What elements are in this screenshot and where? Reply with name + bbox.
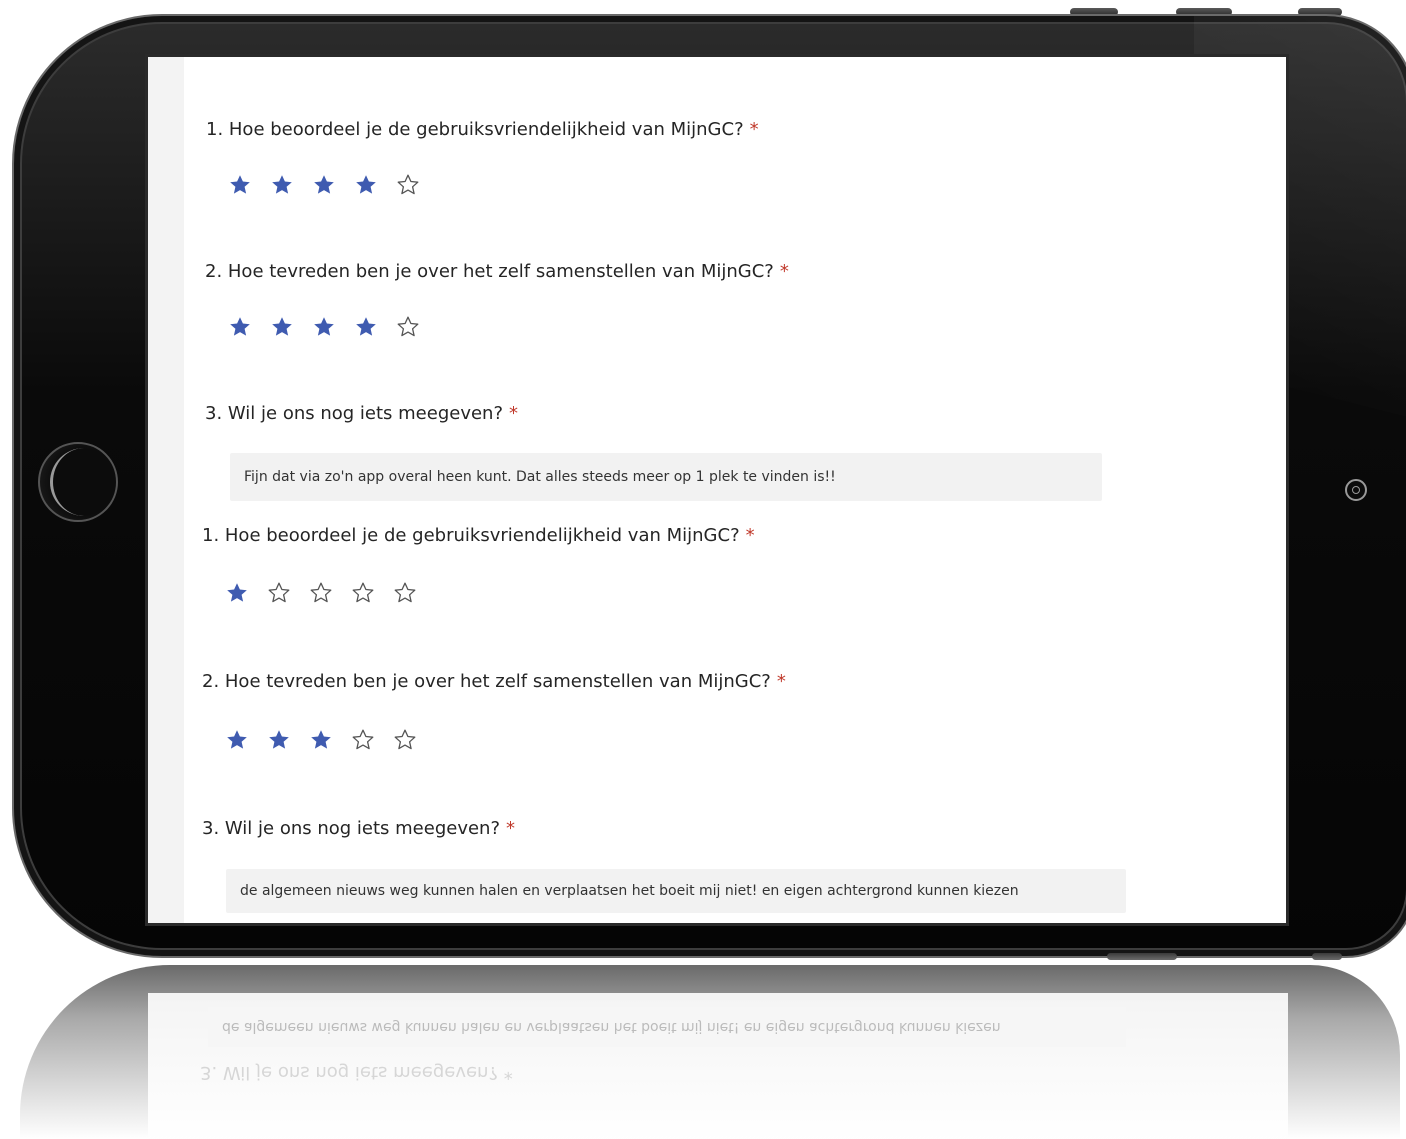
star-rating[interactable]	[228, 173, 420, 197]
camera-icon	[1345, 479, 1367, 501]
star-empty-icon[interactable]	[393, 728, 417, 752]
reflection-answer: de algemeen nieuws weg kunnen halen en v…	[208, 1007, 1126, 1047]
star-filled-icon[interactable]	[354, 173, 378, 197]
question-customize: 2. Hoe tevreden ben je over het zelf sam…	[202, 671, 786, 692]
feedback-answer[interactable]: Fijn dat via zo'n app overal heen kunt. …	[230, 453, 1102, 501]
star-filled-icon[interactable]	[267, 728, 291, 752]
star-rating[interactable]	[228, 315, 420, 339]
required-marker: *	[779, 261, 789, 282]
reflection-question-label: 3. Wil je ons nog iets meegeven?	[200, 1062, 499, 1083]
question-label: 1. Hoe beoordeel je de gebruiksvriendeli…	[206, 119, 744, 140]
star-rating[interactable]	[225, 728, 417, 752]
question-label: 2. Hoe tevreden ben je over het zelf sam…	[205, 261, 774, 282]
question-customize: 2. Hoe tevreden ben je over het zelf sam…	[205, 261, 789, 282]
star-filled-icon[interactable]	[270, 315, 294, 339]
required-marker: *	[509, 403, 519, 424]
side-button	[1107, 953, 1177, 960]
question-label: 2. Hoe tevreden ben je over het zelf sam…	[202, 671, 771, 692]
star-filled-icon[interactable]	[309, 728, 333, 752]
star-filled-icon[interactable]	[225, 728, 249, 752]
tablet-reflection	[20, 965, 1400, 1139]
question-usability: 1. Hoe beoordeel je de gebruiksvriendeli…	[202, 525, 755, 546]
question-label: 1. Hoe beoordeel je de gebruiksvriendeli…	[202, 525, 740, 546]
question-label: 3. Wil je ons nog iets meegeven?	[202, 818, 501, 839]
question-label: 3. Wil je ons nog iets meegeven?	[205, 403, 504, 424]
star-empty-icon[interactable]	[351, 581, 375, 605]
star-filled-icon[interactable]	[228, 315, 252, 339]
question-feedback: 3. Wil je ons nog iets meegeven? *	[202, 818, 515, 839]
reflection-required-marker: *	[503, 1062, 513, 1083]
required-marker: *	[745, 525, 755, 546]
star-filled-icon[interactable]	[225, 581, 249, 605]
side-button	[1312, 953, 1342, 960]
star-filled-icon[interactable]	[354, 315, 378, 339]
star-filled-icon[interactable]	[312, 173, 336, 197]
star-filled-icon[interactable]	[270, 173, 294, 197]
required-marker: *	[749, 119, 759, 140]
home-button-ring	[50, 448, 118, 516]
star-empty-icon[interactable]	[393, 581, 417, 605]
star-empty-icon[interactable]	[351, 728, 375, 752]
star-filled-icon[interactable]	[312, 315, 336, 339]
star-empty-icon[interactable]	[309, 581, 333, 605]
tablet-screen: 1. Hoe beoordeel je de gebruiksvriendeli…	[148, 57, 1286, 923]
star-empty-icon[interactable]	[396, 315, 420, 339]
home-button[interactable]	[38, 442, 118, 522]
star-empty-icon[interactable]	[396, 173, 420, 197]
reflection-question: 3. Wil je ons nog iets meegeven? *	[200, 1062, 513, 1083]
question-usability: 1. Hoe beoordeel je de gebruiksvriendeli…	[206, 119, 759, 140]
screen-margin	[148, 57, 184, 923]
required-marker: *	[776, 671, 786, 692]
star-rating[interactable]	[225, 581, 417, 605]
star-empty-icon[interactable]	[267, 581, 291, 605]
required-marker: *	[506, 818, 516, 839]
question-feedback: 3. Wil je ons nog iets meegeven? *	[205, 403, 518, 424]
feedback-answer[interactable]: de algemeen nieuws weg kunnen halen en v…	[226, 869, 1126, 913]
star-filled-icon[interactable]	[228, 173, 252, 197]
